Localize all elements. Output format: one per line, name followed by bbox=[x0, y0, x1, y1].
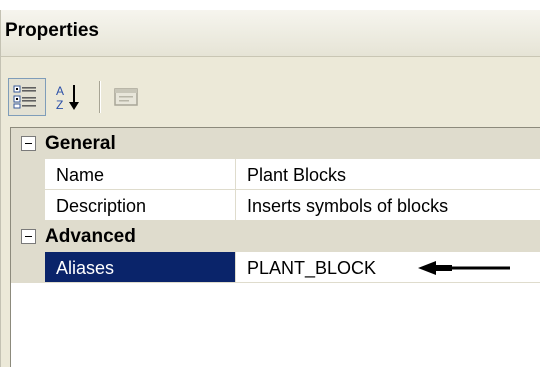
svg-text:Z: Z bbox=[56, 98, 63, 112]
property-name-cell[interactable]: Description bbox=[45, 190, 236, 221]
properties-panel: Properties A Z General Name Plant Blocks… bbox=[0, 10, 540, 367]
row-indent bbox=[11, 159, 45, 190]
panel-title: Properties bbox=[5, 20, 99, 41]
property-value-cell[interactable]: PLANT_BLOCK bbox=[236, 252, 540, 283]
properties-toolbar: A Z bbox=[1, 57, 540, 127]
categorized-button[interactable] bbox=[8, 78, 46, 116]
row-indent bbox=[11, 190, 45, 221]
property-pages-icon bbox=[114, 88, 138, 106]
property-row-name[interactable]: Name Plant Blocks bbox=[11, 159, 540, 190]
property-pages-button[interactable] bbox=[107, 78, 145, 116]
categorized-view-icon bbox=[13, 85, 36, 109]
collapse-icon[interactable] bbox=[21, 136, 36, 151]
property-row-description[interactable]: Description Inserts symbols of blocks bbox=[11, 190, 540, 221]
window-top-edge bbox=[0, 0, 540, 10]
property-row-aliases[interactable]: Aliases PLANT_BLOCK bbox=[11, 252, 540, 283]
toolbar-separator bbox=[99, 81, 101, 113]
category-row-general[interactable]: General bbox=[11, 128, 540, 159]
category-row-advanced[interactable]: Advanced bbox=[11, 221, 540, 252]
property-name: Name bbox=[56, 165, 105, 185]
row-indent bbox=[11, 252, 45, 283]
collapse-icon[interactable] bbox=[21, 229, 36, 244]
property-name-cell-selected[interactable]: Aliases bbox=[45, 252, 236, 283]
property-value-cell[interactable]: Inserts symbols of blocks bbox=[236, 190, 540, 221]
property-value: PLANT_BLOCK bbox=[247, 258, 377, 278]
property-grid: General Name Plant Blocks Description In… bbox=[10, 127, 540, 367]
category-label: General bbox=[45, 133, 116, 154]
svg-text:A: A bbox=[56, 84, 64, 98]
property-value-cell[interactable]: Plant Blocks bbox=[236, 159, 540, 190]
alphabetical-button[interactable]: A Z bbox=[49, 78, 87, 116]
property-name: Aliases bbox=[56, 258, 115, 278]
property-name-cell[interactable]: Name bbox=[45, 159, 236, 190]
pointing-arrow-icon bbox=[418, 261, 510, 275]
panel-title-bar: Properties bbox=[1, 10, 540, 57]
property-name: Description bbox=[56, 196, 147, 216]
category-label: Advanced bbox=[45, 226, 136, 247]
property-value: Inserts symbols of blocks bbox=[247, 196, 449, 216]
sort-alphabetical-icon: A Z bbox=[56, 84, 79, 112]
property-value: Plant Blocks bbox=[247, 165, 347, 185]
